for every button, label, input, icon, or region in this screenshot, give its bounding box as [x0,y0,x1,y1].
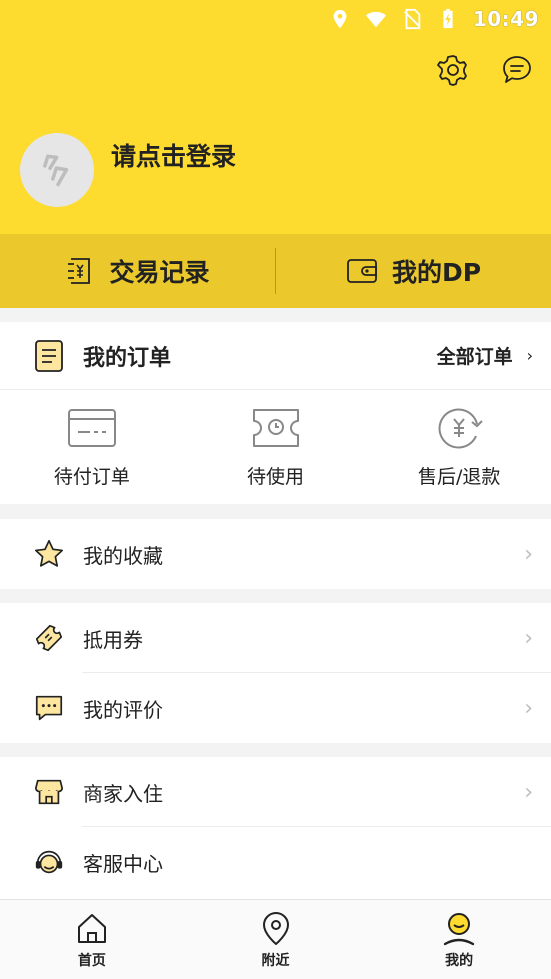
profile-header: 10:49 请点击登录 [0,0,551,234]
pending-payment-item[interactable]: 待付订单 [0,390,184,503]
chevron-right-icon: › [524,625,533,651]
my-dp-button[interactable]: 我的DP [276,234,551,308]
reviews-row[interactable]: 我的评价 › [0,673,551,743]
user-face-icon [443,912,475,945]
wifi-icon [365,11,386,28]
refund-label: 售后/退款 [417,466,501,488]
to-use-item[interactable]: 待使用 [184,390,368,503]
tab-nearby-label: 附近 [261,952,290,969]
reviews-label: 我的评价 [83,697,163,722]
wallet-icon [347,259,377,283]
tab-mine[interactable]: 我的 [367,900,551,979]
shop-icon [34,779,64,805]
chevron-right-icon: › [526,346,533,365]
settings-gear-icon[interactable] [435,52,471,88]
merchant-service-section: 商家入住 › 客服中心 [0,757,551,899]
home-icon [77,913,106,943]
favorites-row[interactable]: 我的收藏 › [0,519,551,589]
login-prompt[interactable]: 请点击登录 [111,137,236,173]
refund-item[interactable]: 售后/退款 [367,390,551,503]
customer-service-label: 客服中心 [83,851,163,876]
all-orders-link[interactable]: 全部订单 [437,342,513,369]
customer-service-row[interactable]: 客服中心 [0,827,551,897]
tab-home-label: 首页 [77,952,106,969]
status-bar: 10:49 [0,0,551,38]
message-bubble-icon[interactable] [499,52,535,88]
my-orders-title: 我的订单 [83,345,172,371]
ticket-clock-icon [252,409,299,447]
chevron-right-icon: › [524,695,533,721]
chevron-right-icon: › [524,779,533,805]
refund-icon [438,408,483,449]
star-icon [34,539,64,567]
my-orders-row[interactable]: 我的订单 全部订单 › [0,322,551,390]
vouchers-label: 抵用券 [83,627,143,652]
location-pin-icon [262,911,289,945]
order-list-icon [35,339,63,372]
orders-section: 我的订单 全部订单 › 待付订单 待使用 售后/退款 [0,322,551,504]
bottom-tab-bar: 首页 附近 我的 [0,899,551,979]
pending-payment-label: 待付订单 [53,466,130,488]
status-time: 10:49 [472,7,539,31]
tab-home[interactable]: 首页 [0,900,184,979]
quick-bar: 交易记录 我的DP [0,234,551,308]
location-icon [333,9,347,29]
merchant-row[interactable]: 商家入住 › [0,757,551,827]
my-dp-label: 我的DP [391,258,482,287]
avatar[interactable] [20,133,94,207]
to-use-label: 待使用 [247,466,305,488]
coupon-icon [35,624,63,652]
favorites-label: 我的收藏 [83,543,163,568]
transaction-records-button[interactable]: 交易记录 [0,234,275,308]
card-icon [67,409,116,447]
chevron-right-icon: › [524,541,533,567]
comment-dots-icon [35,695,63,721]
merchant-label: 商家入住 [83,781,163,806]
receipt-yen-icon [68,258,91,284]
transaction-records-label: 交易记录 [109,258,210,287]
vouchers-row[interactable]: 抵用券 › [0,603,551,673]
tab-mine-label: 我的 [445,952,474,969]
no-sim-icon [403,8,421,30]
headset-icon [35,850,63,874]
favorites-section: 我的收藏 › [0,519,551,589]
tab-nearby[interactable]: 附近 [184,900,368,979]
default-avatar-icon [43,154,69,187]
vouchers-reviews-section: 抵用券 › 我的评价 › [0,603,551,743]
battery-charging-icon [443,8,453,29]
